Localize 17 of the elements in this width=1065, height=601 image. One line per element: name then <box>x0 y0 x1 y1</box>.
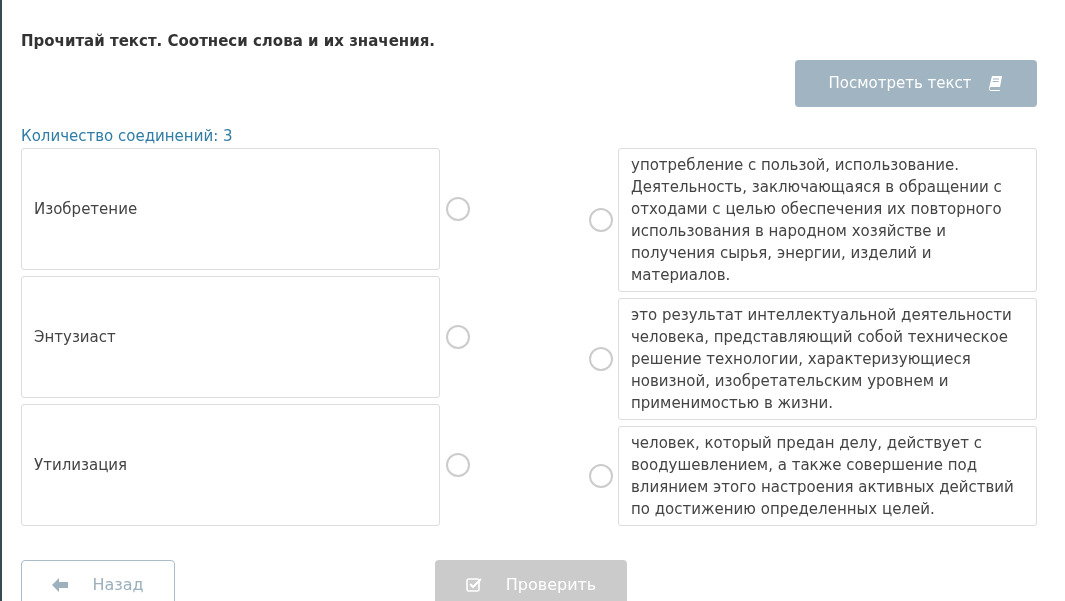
checkbox-icon <box>465 577 482 593</box>
term-card[interactable]: Утилизация <box>21 404 440 526</box>
definition-card[interactable]: человек, который предан делу, действует с воодушевлением, а также совершение под влиянием этого настроения активных действий по достижению определенных целей. <box>618 426 1037 526</box>
connections-count: Количество соединений: 3 <box>21 125 234 147</box>
connector-dot[interactable] <box>446 197 470 221</box>
term-card[interactable]: Изобретение <box>21 148 440 270</box>
connector-dot[interactable] <box>446 325 470 349</box>
connector-dot[interactable] <box>589 347 613 371</box>
connector-dot[interactable] <box>446 453 470 477</box>
book-icon <box>987 75 1004 91</box>
term-card[interactable]: Энтузиаст <box>21 276 440 398</box>
connector-dot[interactable] <box>589 464 613 488</box>
connector-dot[interactable] <box>589 208 613 232</box>
definition-card[interactable]: употребление с пользой, использование. Деятельность, заключающаяся в обращении с отходами с целью обеспечения их повторного использования в народном хозяйстве и получения сырья, энергии, изделий и материалов. <box>618 148 1037 292</box>
arrow-left-icon <box>52 578 69 592</box>
definition-card[interactable]: это результат интеллектуальной деятельности человека, представляющий собой техническое решение технологии, характеризующиеся новизной, изобретательским уровнем и применимостью в жизни. <box>618 298 1037 420</box>
instruction-text: Прочитай текст. Соотнеси слова и их значения. <box>21 31 437 52</box>
